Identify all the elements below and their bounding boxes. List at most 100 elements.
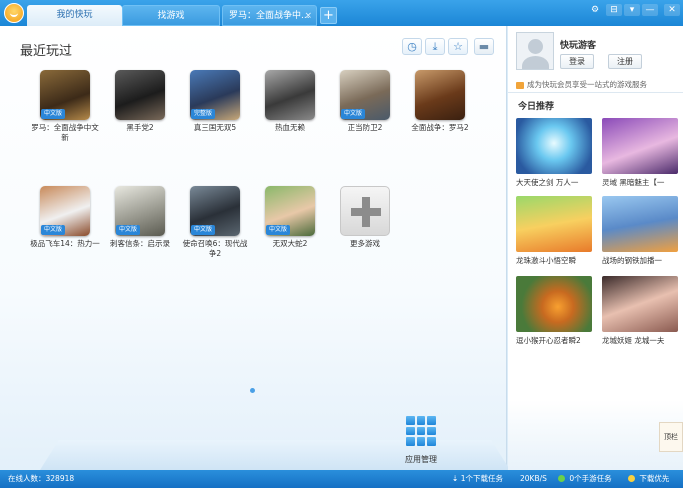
game-tile[interactable]: 中文版 罗马：全面战争中文新 [30, 70, 100, 143]
recommend-item[interactable]: 逗小猴开心忍者瞬2 [516, 276, 592, 346]
download-tasks[interactable]: ⇣ 1个下载任务 [452, 470, 503, 488]
settings-icon[interactable]: ⚙ [587, 4, 603, 16]
game-thumbnail[interactable]: 中文版 [115, 186, 165, 236]
game-thumbnail[interactable] [415, 70, 465, 120]
version-badge: 中文版 [341, 109, 366, 119]
recommend-image[interactable] [516, 276, 592, 332]
close-button[interactable]: ✕ [664, 4, 680, 16]
recommend-caption[interactable]: 战场的钢铁加播一 [602, 255, 678, 266]
skin-icon[interactable]: ⊟ [606, 4, 622, 16]
recommend-item[interactable]: 战场的钢铁加播一 [602, 196, 678, 266]
game-name[interactable]: 热血无赖 [255, 123, 325, 133]
game-thumbnail[interactable] [115, 70, 165, 120]
version-badge: 中文版 [116, 225, 141, 235]
recommend-item[interactable]: 大天使之剑 万人一 [516, 118, 592, 188]
game-name[interactable]: 无双大蛇2 [255, 239, 325, 249]
more-games-tile[interactable]: 更多游戏 [330, 186, 400, 249]
main-panel: 最近玩过 ◷ ⤓ ☆ ▬ 中文版 罗马：全面战争中文新 黑手党2 完整版 真三国… [0, 26, 510, 470]
recommend-image[interactable] [516, 196, 592, 252]
divider [508, 92, 683, 93]
game-tile[interactable]: 中文版 使命召唤6：现代战争2 [180, 186, 250, 259]
download-priority-label: 下载优先 [639, 474, 670, 483]
app-manager-label[interactable]: 应用管理 [396, 454, 446, 465]
recommend-caption[interactable]: 龙城妖姬 龙城一夫 [602, 335, 678, 346]
tab-close-icon[interactable]: × [304, 6, 312, 27]
game-name[interactable]: 更多游戏 [330, 239, 400, 249]
recommend-caption[interactable]: 逗小猴开心忍者瞬2 [516, 335, 592, 346]
game-tile[interactable]: 全面战争：罗马2 [405, 70, 475, 133]
game-thumbnail[interactable] [265, 70, 315, 120]
game-name[interactable]: 使命召唤6：现代战争2 [180, 239, 250, 259]
recommend-caption[interactable]: 灵域 黑暗魅主【一 [602, 177, 678, 188]
plus-icon[interactable] [340, 186, 390, 236]
user-name: 快玩游客 [560, 41, 597, 51]
recommend-item[interactable]: 灵域 黑暗魅主【一 [602, 118, 678, 188]
game-tile[interactable]: 完整版 真三国无双5 [180, 70, 250, 133]
game-thumbnail[interactable]: 中文版 [265, 186, 315, 236]
game-name[interactable]: 真三国无双5 [180, 123, 250, 133]
register-button[interactable]: 注册 [608, 54, 642, 69]
mobile-tasks-label: 0个手游任务 [569, 474, 612, 483]
page-title: 最近玩过 [20, 44, 73, 59]
game-thumbnail[interactable]: 完整版 [190, 70, 240, 120]
mobile-icon [558, 475, 565, 482]
version-badge: 中文版 [191, 225, 216, 235]
recommend-item[interactable]: 龙城妖姬 龙城一夫 [602, 276, 678, 346]
tab-rome-total-war[interactable]: 罗马：全面战争中... × [222, 5, 317, 26]
game-name[interactable]: 正当防卫2 [330, 123, 400, 133]
avatar[interactable] [516, 32, 554, 70]
version-badge: 中文版 [266, 225, 291, 235]
game-tile[interactable]: 中文版 正当防卫2 [330, 70, 400, 133]
tab-label: 找游戏 [157, 11, 185, 21]
favorite-star-icon[interactable]: ☆ [448, 38, 468, 55]
game-thumbnail[interactable]: 中文版 [40, 186, 90, 236]
menu-chevron-down-icon[interactable]: ▾ [624, 4, 640, 16]
tab-label: 罗马：全面战争中... [229, 11, 310, 21]
mobile-tasks[interactable]: 0个手游任务 [558, 470, 612, 488]
recommend-caption[interactable]: 龙珠激斗小悟空瞬 [516, 255, 592, 266]
lightning-icon [628, 475, 635, 482]
version-badge: 中文版 [41, 225, 66, 235]
recommend-title: 今日推荐 [518, 102, 555, 112]
recommend-item[interactable]: 龙珠激斗小悟空瞬 [516, 196, 592, 266]
recommend-image[interactable] [516, 118, 592, 174]
game-name[interactable]: 罗马：全面战争中文新 [30, 123, 100, 143]
download-priority[interactable]: 下载优先 [628, 470, 669, 488]
game-tile[interactable]: 热血无赖 [255, 70, 325, 133]
download-icon[interactable]: ⤓ [425, 38, 445, 55]
recommend-image[interactable] [602, 118, 678, 174]
download-arrow-icon: ⇣ [452, 474, 459, 483]
game-name[interactable]: 刺客信条：启示录 [105, 239, 175, 249]
app-manager-grid-icon[interactable] [406, 416, 436, 446]
member-promo-link[interactable]: 成为快玩会员享受一站式的游戏服务 [516, 79, 647, 90]
game-tile[interactable]: 中文版 极品飞车14：热力一 [30, 186, 100, 249]
app-logo-icon[interactable] [4, 3, 24, 23]
history-icon[interactable]: ◷ [402, 38, 422, 55]
version-badge: 中文版 [41, 109, 66, 119]
game-tile[interactable]: 中文版 刺客信条：启示录 [105, 186, 175, 249]
recommend-caption[interactable]: 大天使之剑 万人一 [516, 177, 592, 188]
game-thumbnail[interactable]: 中文版 [190, 186, 240, 236]
recommend-image[interactable] [602, 276, 678, 332]
title-bar: 我的快玩 找游戏 罗马：全面战争中... × + ⚙ ⊟ ▾ — ✕ [0, 0, 683, 26]
download-tasks-label: 1个下载任务 [460, 474, 503, 483]
game-name[interactable]: 黑手党2 [105, 123, 175, 133]
login-button[interactable]: 登录 [560, 54, 594, 69]
tab-my-games[interactable]: 我的快玩 [27, 5, 122, 26]
online-count: 在线人数：328918 [8, 474, 75, 483]
game-name[interactable]: 极品飞车14：热力一 [30, 239, 100, 249]
pagination-dot[interactable] [250, 388, 255, 393]
trash-icon[interactable]: ▬ [474, 38, 494, 55]
game-name[interactable]: 全面战争：罗马2 [405, 123, 475, 133]
game-thumbnail[interactable]: 中文版 [340, 70, 390, 120]
recommend-image[interactable] [602, 196, 678, 252]
minimize-button[interactable]: — [642, 4, 658, 16]
add-tab-button[interactable]: + [320, 7, 337, 24]
download-speed: 20KB/S [520, 474, 547, 483]
game-tile[interactable]: 黑手党2 [105, 70, 175, 133]
status-bar: 在线人数：328918 ⇣ 1个下载任务 20KB/S 0个手游任务 下载优先 [0, 470, 683, 488]
game-tile[interactable]: 中文版 无双大蛇2 [255, 186, 325, 249]
tab-find-games[interactable]: 找游戏 [122, 5, 220, 26]
side-float-tab[interactable]: 顶栏 [659, 422, 683, 452]
game-thumbnail[interactable]: 中文版 [40, 70, 90, 120]
